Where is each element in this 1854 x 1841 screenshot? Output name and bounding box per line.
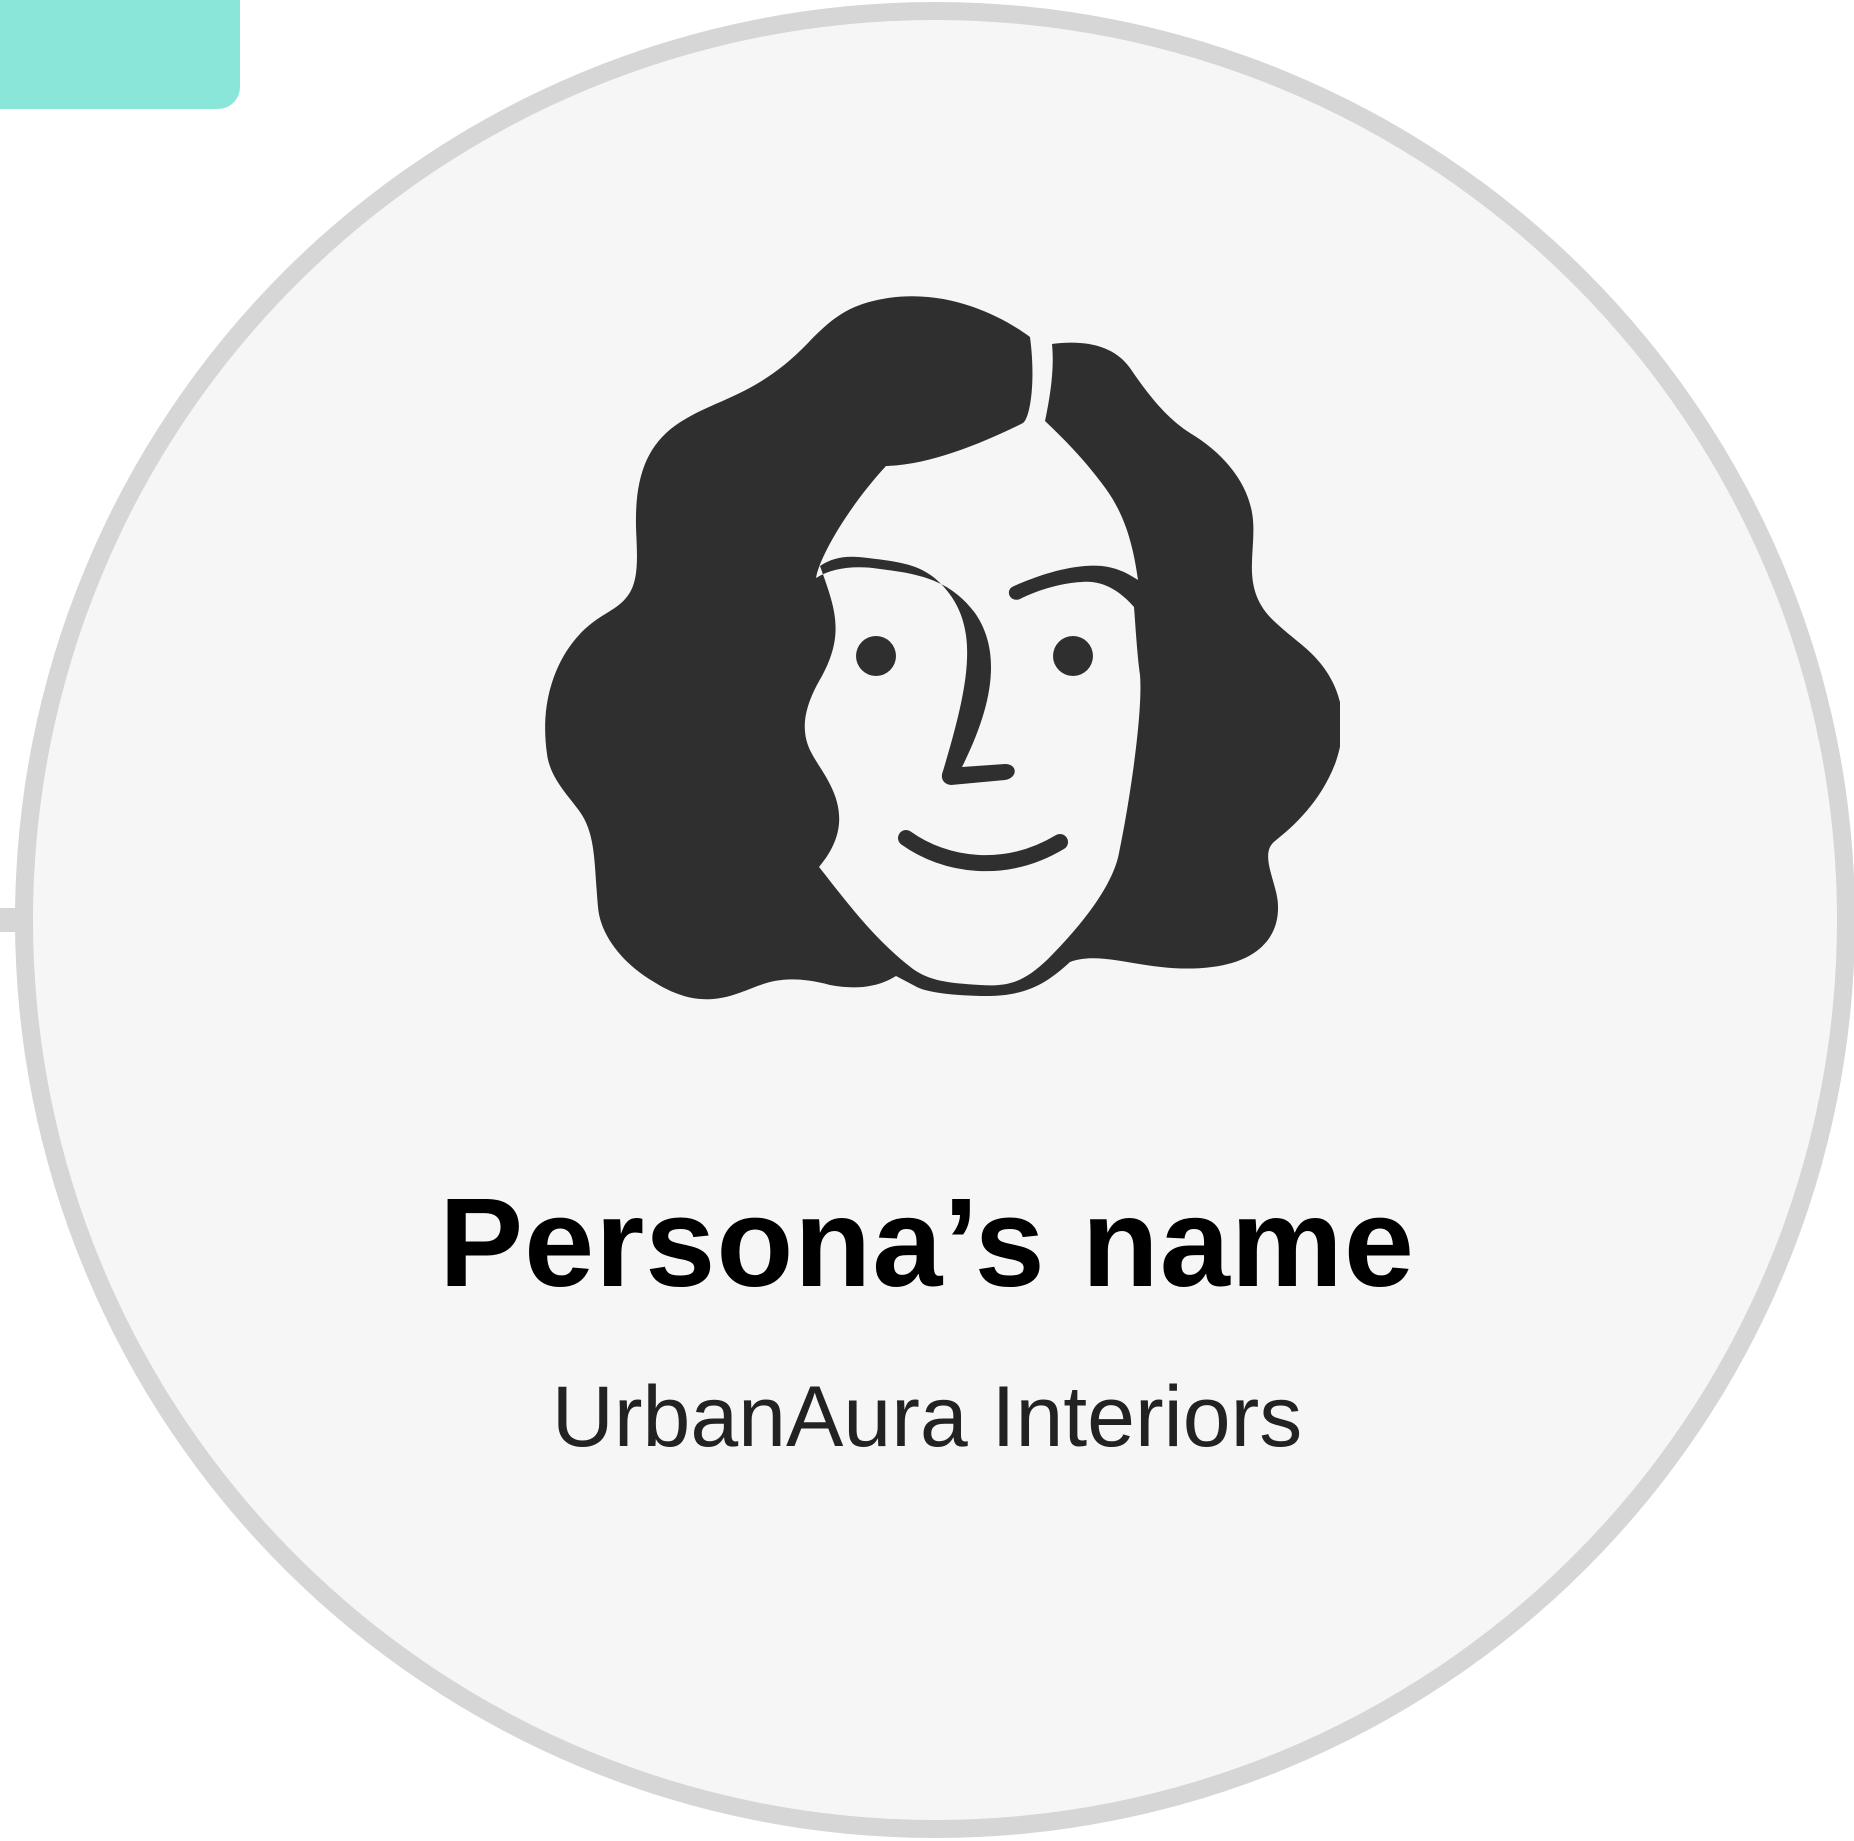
persona-company: UrbanAura Interiors [551, 1369, 1303, 1465]
right-eye [1053, 636, 1093, 676]
persona-name: Persona’s name [439, 1172, 1415, 1313]
teal-tab [0, 0, 240, 109]
woman-face-icon [545, 296, 1340, 1000]
hair-shape [545, 296, 1340, 1000]
smile [898, 830, 1068, 872]
left-eye [856, 636, 896, 676]
